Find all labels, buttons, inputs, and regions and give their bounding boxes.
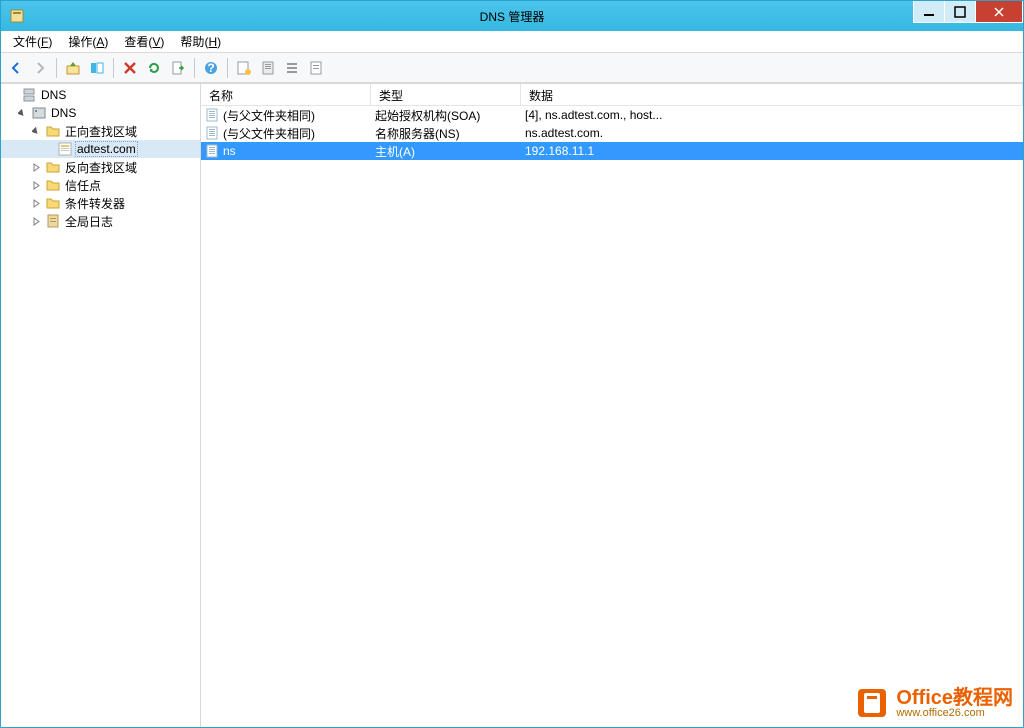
toolbar-separator — [56, 58, 57, 78]
record-type: 主机(A) — [375, 143, 415, 160]
close-button[interactable] — [975, 1, 1023, 23]
record-name: (与父文件夹相同) — [223, 125, 315, 142]
tree-root-dns[interactable]: DNS — [1, 86, 200, 104]
tree-label: DNS — [49, 106, 78, 120]
collapse-icon[interactable] — [29, 124, 43, 138]
help-button[interactable]: ? — [200, 57, 222, 79]
log-icon — [45, 213, 61, 229]
record-name: ns — [223, 144, 236, 158]
app-window: DNS 管理器 文件(F) 操作(A) 查看(V) 帮助(H) ? — [0, 0, 1024, 728]
list-pane: 名称 类型 数据 (与父文件夹相同) 起始授权机构(SOA) [4], ns.adt… — [201, 84, 1023, 727]
show-hide-button[interactable] — [86, 57, 108, 79]
expand-icon[interactable] — [29, 178, 43, 192]
record-name: (与父文件夹相同) — [223, 107, 315, 124]
maximize-button[interactable] — [944, 1, 976, 23]
watermark-icon — [854, 685, 890, 721]
list-header: 名称 类型 数据 — [201, 84, 1023, 106]
expand-icon[interactable] — [29, 160, 43, 174]
column-data[interactable]: 数据 — [521, 84, 1023, 105]
blank-expander-icon — [5, 88, 19, 102]
window-title: DNS 管理器 — [1, 8, 1023, 25]
watermark: Office教程网 www.office26.com — [854, 685, 1013, 721]
column-type[interactable]: 类型 — [371, 84, 521, 105]
watermark-url: www.office26.com — [896, 708, 1013, 719]
refresh-button[interactable] — [143, 57, 165, 79]
export-button[interactable] — [167, 57, 189, 79]
title-bar[interactable]: DNS 管理器 — [1, 1, 1023, 31]
tree-label: adtest.com — [75, 141, 138, 157]
svg-text:?: ? — [207, 61, 214, 75]
folder-icon — [45, 123, 61, 139]
tree-label: 全局日志 — [63, 213, 115, 230]
tree-label: 条件转发器 — [63, 195, 127, 212]
tree-global-logs[interactable]: 全局日志 — [1, 212, 200, 230]
new-zone-button[interactable] — [233, 57, 255, 79]
record-row[interactable]: (与父文件夹相同) 起始授权机构(SOA) [4], ns.adtest.com.,… — [201, 106, 1023, 124]
back-button[interactable] — [5, 57, 27, 79]
column-name[interactable]: 名称 — [201, 84, 371, 105]
menu-action[interactable]: 操作(A) — [60, 31, 116, 52]
menu-view[interactable]: 查看(V) — [116, 31, 172, 52]
tree-reverse-zones[interactable]: 反向查找区域 — [1, 158, 200, 176]
minimize-button[interactable] — [913, 1, 945, 23]
tree-label: 正向查找区域 — [63, 123, 139, 140]
tree-label: 信任点 — [63, 177, 103, 194]
watermark-title: Office教程网 — [896, 688, 1013, 708]
record-data: ns.adtest.com. — [525, 126, 603, 140]
folder-icon — [45, 195, 61, 211]
folder-icon — [45, 159, 61, 175]
tree-label: 反向查找区域 — [63, 159, 139, 176]
properties-button[interactable] — [257, 57, 279, 79]
delete-button[interactable] — [119, 57, 141, 79]
tree-zone-adtest[interactable]: adtest.com — [1, 140, 200, 158]
toolbar-separator — [113, 58, 114, 78]
tree-forward-zones[interactable]: 正向查找区域 — [1, 122, 200, 140]
window-controls — [914, 1, 1023, 23]
up-button[interactable] — [62, 57, 84, 79]
tree-conditional-forwarders[interactable]: 条件转发器 — [1, 194, 200, 212]
tree-server[interactable]: DNS — [1, 104, 200, 122]
menu-help[interactable]: 帮助(H) — [172, 31, 229, 52]
zone-icon — [57, 141, 73, 157]
menu-file[interactable]: 文件(F) — [5, 31, 60, 52]
list-view-button[interactable] — [281, 57, 303, 79]
record-type: 起始授权机构(SOA) — [375, 107, 480, 124]
folder-icon — [45, 177, 61, 193]
dns-root-icon — [21, 87, 37, 103]
tree-label: DNS — [39, 88, 68, 102]
menu-bar: 文件(F) 操作(A) 查看(V) 帮助(H) — [1, 31, 1023, 53]
tree-trust-points[interactable]: 信任点 — [1, 176, 200, 194]
server-icon — [31, 105, 47, 121]
record-type: 名称服务器(NS) — [375, 125, 460, 142]
forward-button[interactable] — [29, 57, 51, 79]
list-body[interactable]: (与父文件夹相同) 起始授权机构(SOA) [4], ns.adtest.com.,… — [201, 106, 1023, 727]
record-row[interactable]: (与父文件夹相同) 名称服务器(NS) ns.adtest.com. — [201, 124, 1023, 142]
toolbar-separator — [227, 58, 228, 78]
toolbar-separator — [194, 58, 195, 78]
client-area: DNS DNS 正向查找区域 adtest.com 反向查找区域 — [1, 83, 1023, 727]
collapse-icon[interactable] — [15, 106, 29, 120]
toolbar: ? — [1, 53, 1023, 83]
record-row[interactable]: ns 主机(A) 192.168.11.1 — [201, 142, 1023, 160]
tree-pane[interactable]: DNS DNS 正向查找区域 adtest.com 反向查找区域 — [1, 84, 201, 727]
expand-icon[interactable] — [29, 214, 43, 228]
record-data: [4], ns.adtest.com., host... — [525, 108, 662, 122]
expand-icon[interactable] — [29, 196, 43, 210]
filter-button[interactable] — [305, 57, 327, 79]
record-data: 192.168.11.1 — [525, 144, 594, 158]
